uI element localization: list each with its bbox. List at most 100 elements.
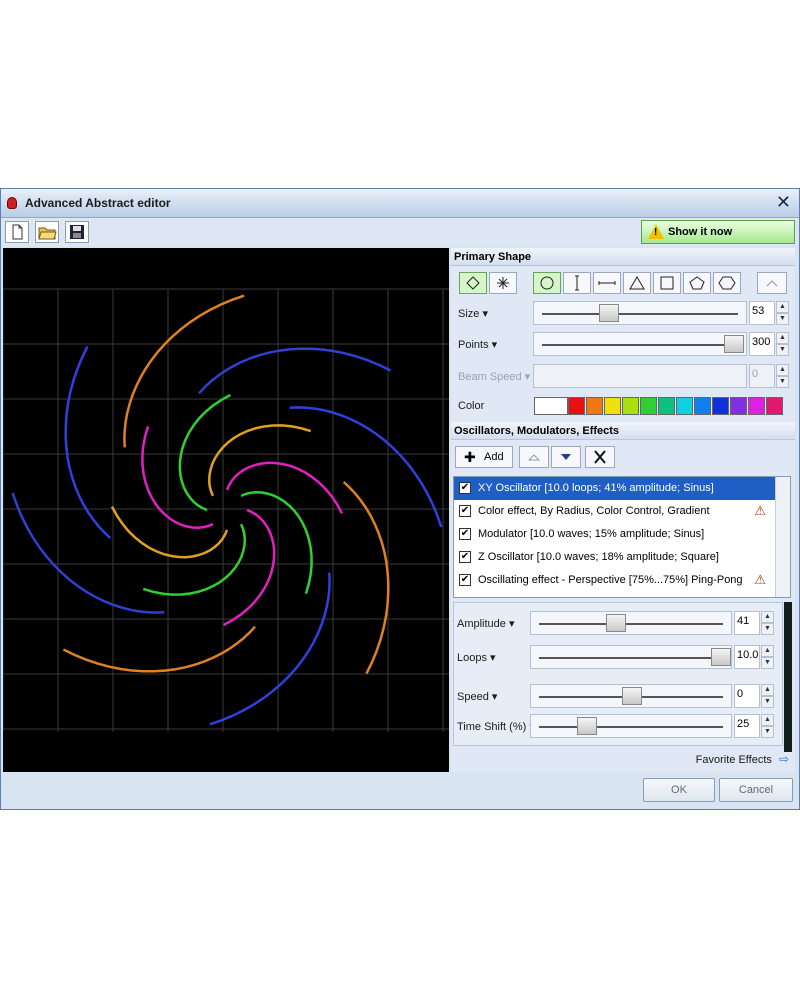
amplitude-slider[interactable] — [530, 611, 732, 635]
points-spinner[interactable]: ▲ ▼ — [776, 332, 789, 356]
color-swatch[interactable] — [568, 397, 585, 415]
effect-list-item[interactable]: ✔ Z Oscillator [10.0 waves; 18% amplitude… — [454, 546, 776, 569]
effect-label: Z Oscillator [10.0 waves; 18% amplitude;… — [478, 551, 719, 563]
time-shift-value[interactable]: 25 — [734, 714, 760, 738]
color-swatch[interactable] — [766, 397, 783, 415]
time-shift-label[interactable]: Time Shift (%) ▾ — [457, 720, 535, 733]
move-down-icon[interactable] — [551, 446, 581, 468]
open-folder-icon[interactable] — [35, 221, 59, 243]
panel-edge — [784, 602, 792, 752]
effect-list-item[interactable]: ✔ Oscillating effect - Perspective [75%..… — [454, 569, 776, 592]
custom-shape-icon[interactable] — [757, 272, 787, 294]
hexagon-shape-icon[interactable] — [713, 272, 741, 294]
save-disk-icon[interactable] — [65, 221, 89, 243]
pentagon-shape-icon[interactable] — [683, 272, 711, 294]
beam-speed-slider — [533, 364, 747, 388]
window-title: Advanced Abstract editor — [25, 196, 171, 210]
modifier-icon[interactable]: ⚠ — [754, 503, 766, 519]
ok-button[interactable]: OK — [643, 778, 715, 802]
effect-checkbox[interactable]: ✔ — [459, 574, 471, 586]
amplitude-label[interactable]: Amplitude ▾ — [457, 617, 515, 630]
effect-list-item[interactable]: ✔ XY Oscillator [10.0 loops; 41% amplitud… — [454, 477, 776, 500]
beam-speed-label: Beam Speed ▾ — [458, 371, 531, 383]
effect-checkbox[interactable]: ✔ — [459, 505, 471, 517]
color-swatch[interactable] — [622, 397, 639, 415]
circle-shape-icon[interactable] — [533, 272, 561, 294]
vertical-line-icon[interactable] — [563, 272, 591, 294]
speed-slider[interactable] — [530, 684, 732, 708]
speed-label[interactable]: Speed ▾ — [457, 690, 497, 703]
effect-list-item[interactable]: ✔ Color effect, By Radius, Color Control,… — [454, 500, 776, 523]
speed-value[interactable]: 0 — [734, 684, 760, 708]
size-slider-thumb[interactable] — [599, 304, 619, 322]
add-effect-button[interactable]: ✚ Add — [455, 446, 513, 468]
color-swatch[interactable] — [748, 397, 765, 415]
favorite-effects-link[interactable]: Favorite Effects ⇨ — [696, 752, 789, 766]
show-it-now-button[interactable]: Show it now — [641, 220, 795, 244]
dot-mode-icon[interactable] — [489, 272, 517, 294]
color-palette[interactable] — [534, 397, 788, 415]
color-swatch[interactable] — [694, 397, 711, 415]
size-value[interactable]: 53 — [749, 301, 775, 325]
time-shift-slider-thumb[interactable] — [577, 717, 597, 735]
size-label[interactable]: Size ▾ — [458, 307, 488, 320]
color-swatch[interactable] — [676, 397, 693, 415]
new-file-icon[interactable] — [5, 221, 29, 243]
favorite-arrow-icon: ⇨ — [778, 752, 789, 766]
cancel-button[interactable]: Cancel — [719, 778, 793, 802]
amplitude-slider-thumb[interactable] — [606, 614, 626, 632]
time-shift-slider[interactable] — [530, 714, 732, 738]
loops-spinner[interactable]: ▲ ▼ — [761, 645, 774, 669]
square-shape-icon[interactable] — [653, 272, 681, 294]
triangle-shape-icon[interactable] — [623, 272, 651, 294]
close-icon[interactable]: ✕ — [776, 193, 791, 211]
modifier-icon[interactable]: ⚠ — [754, 572, 766, 588]
spiral-arc-inner — [223, 508, 276, 627]
loops-value[interactable]: 10.0 — [734, 645, 760, 669]
spiral-arc-inner — [142, 523, 247, 596]
effect-checkbox[interactable]: ✔ — [459, 482, 471, 494]
effect-checkbox[interactable]: ✔ — [459, 528, 471, 540]
size-spinner[interactable]: ▲ ▼ — [776, 301, 789, 325]
effects-list[interactable]: ✔ XY Oscillator [10.0 loops; 41% amplitud… — [453, 476, 791, 598]
time-shift-spinner[interactable]: ▲ ▼ — [761, 714, 774, 738]
move-up-icon[interactable] — [519, 446, 549, 468]
amplitude-spinner[interactable]: ▲ ▼ — [761, 611, 774, 635]
spiral-arc-outer — [342, 481, 390, 675]
title-bar[interactable]: Advanced Abstract editor ✕ — [1, 189, 799, 218]
editor-window: Advanced Abstract editor ✕ Show it now P… — [0, 188, 800, 810]
effect-list-item[interactable]: ✔ Modulator [10.0 waves; 15% amplitude; S… — [454, 523, 776, 546]
beam-speed-value: 0 — [749, 364, 775, 388]
points-value[interactable]: 300 — [749, 332, 775, 356]
points-slider[interactable] — [533, 332, 747, 356]
color-swatch[interactable] — [534, 397, 568, 415]
color-swatch[interactable] — [604, 397, 621, 415]
spiral-arc-inner — [225, 461, 344, 514]
speed-slider-thumb[interactable] — [622, 687, 642, 705]
effect-checkbox[interactable]: ✔ — [459, 551, 471, 563]
color-swatch[interactable] — [730, 397, 747, 415]
delete-effect-icon[interactable] — [585, 446, 615, 468]
points-slider-thumb[interactable] — [724, 335, 744, 353]
speed-spinner[interactable]: ▲ ▼ — [761, 684, 774, 708]
points-label[interactable]: Points ▾ — [458, 338, 497, 351]
add-plus-icon: ✚ — [464, 449, 476, 465]
amplitude-value[interactable]: 41 — [734, 611, 760, 635]
horizontal-line-icon[interactable] — [593, 272, 621, 294]
preview-plot — [2, 288, 449, 732]
line-mode-icon[interactable] — [459, 272, 487, 294]
size-slider[interactable] — [533, 301, 747, 325]
loops-label[interactable]: Loops ▾ — [457, 651, 496, 664]
color-swatch[interactable] — [658, 397, 675, 415]
loops-slider[interactable] — [530, 645, 732, 669]
color-swatch[interactable] — [712, 397, 729, 415]
toolbar: Show it now — [1, 218, 799, 246]
effect-label: Modulator [10.0 waves; 15% amplitude; Si… — [478, 528, 705, 540]
list-scrollbar[interactable] — [775, 477, 790, 597]
spiral-arc-inner — [207, 424, 312, 497]
loops-slider-thumb[interactable] — [711, 648, 731, 666]
color-swatch[interactable] — [586, 397, 603, 415]
preview-canvas[interactable] — [2, 248, 449, 772]
warning-icon — [648, 224, 664, 239]
color-swatch[interactable] — [640, 397, 657, 415]
